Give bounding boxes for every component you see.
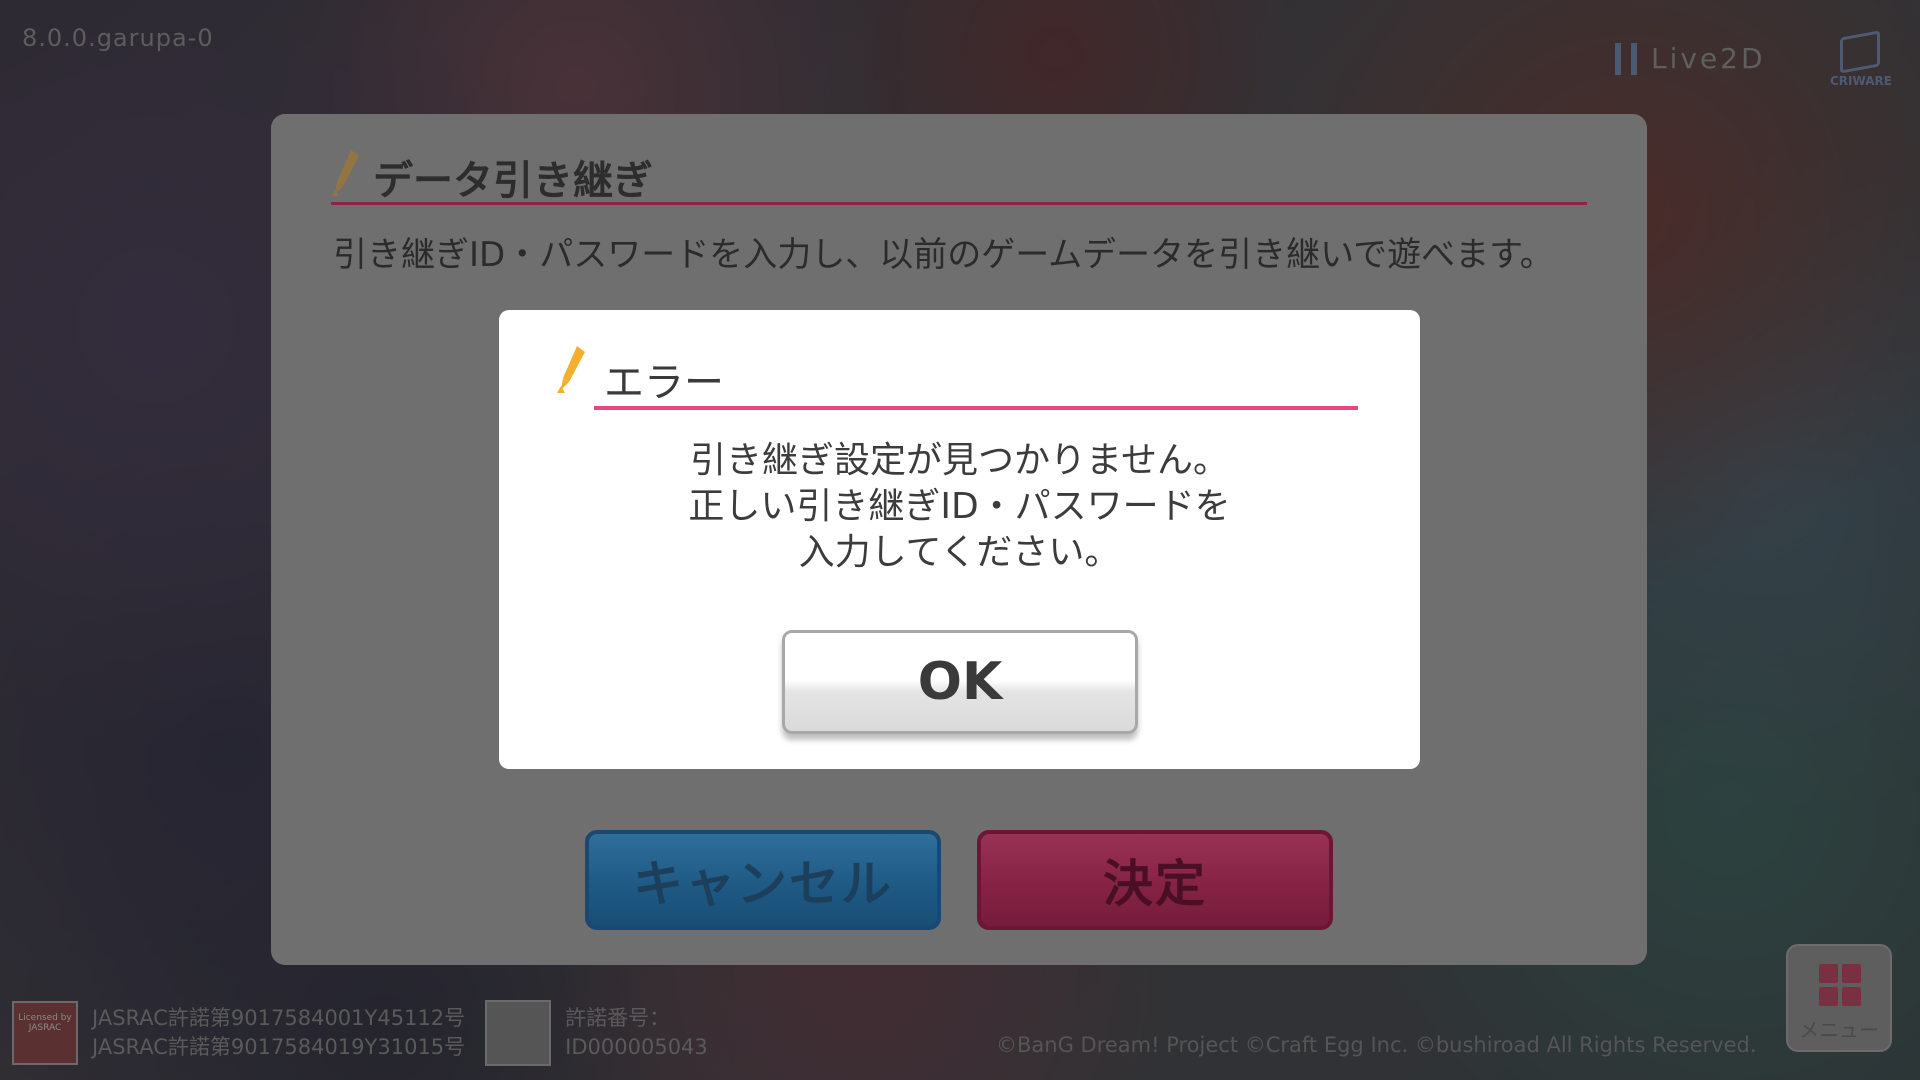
permit-logo <box>485 1000 552 1066</box>
error-dialog: エラー 引き継ぎ設定が見つかりません。 正しい引き継ぎID・パスワードを 入力し… <box>499 310 1420 769</box>
jasrac-logo: Licensed by JASRAC <box>12 1001 78 1065</box>
error-message: 引き継ぎ設定が見つかりません。 正しい引き継ぎID・パスワードを 入力してくださ… <box>499 438 1420 576</box>
permit-line: ID000005043 <box>565 1035 708 1059</box>
cancel-button[interactable]: キャンセル <box>585 830 941 930</box>
permit-text: 許諾番号： ID000005043 <box>565 1004 708 1062</box>
transfer-dialog-description: 引き継ぎID・パスワードを入力し、以前のゲームデータを引き継いで遊べます。 <box>333 235 1554 275</box>
criware-text: CRIWARE <box>1830 74 1892 88</box>
menu-button[interactable]: メニュー <box>1786 944 1892 1052</box>
pen-icon <box>557 346 585 393</box>
live2d-text: Live2D <box>1651 42 1766 75</box>
error-dialog-title: エラー <box>604 360 724 406</box>
error-dialog-header: エラー <box>594 342 1358 410</box>
jasrac-line: JASRAC許諾第9017584019Y31015号 <box>92 1035 466 1059</box>
criware-logo: CRIWARE <box>1830 30 1892 88</box>
ok-button[interactable]: OK <box>782 630 1138 734</box>
transfer-dialog-title: データ引き継ぎ <box>373 158 653 204</box>
menu-label: メニュー <box>1799 1018 1879 1042</box>
menu-grid-icon <box>1819 964 1861 1006</box>
live2d-icon <box>1615 42 1637 75</box>
error-message-line: 入力してください。 <box>798 532 1121 573</box>
transfer-dialog-header: データ引き継ぎ <box>331 148 1587 205</box>
error-message-line: 引き継ぎ設定が見つかりません。 <box>690 440 1229 481</box>
live2d-logo: Live2D <box>1615 42 1766 75</box>
permit-line: 許諾番号： <box>565 1006 671 1030</box>
jasrac-license-text: JASRAC許諾第9017584001Y45112号 JASRAC許諾第9017… <box>92 1004 465 1062</box>
criware-cube-icon <box>1840 30 1880 74</box>
confirm-button[interactable]: 決定 <box>977 830 1333 930</box>
jasrac-line: JASRAC許諾第9017584001Y45112号 <box>92 1006 466 1030</box>
license-footer: Licensed by JASRAC JASRAC許諾第9017584001Y4… <box>12 1000 708 1066</box>
version-label: 8.0.0.garupa-0 <box>22 24 214 52</box>
copyright-text: ©BanG Dream! Project ©Craft Egg Inc. ©bu… <box>996 1033 1757 1057</box>
error-message-line: 正しい引き継ぎID・パスワードを <box>688 486 1231 527</box>
pen-icon <box>332 150 359 196</box>
